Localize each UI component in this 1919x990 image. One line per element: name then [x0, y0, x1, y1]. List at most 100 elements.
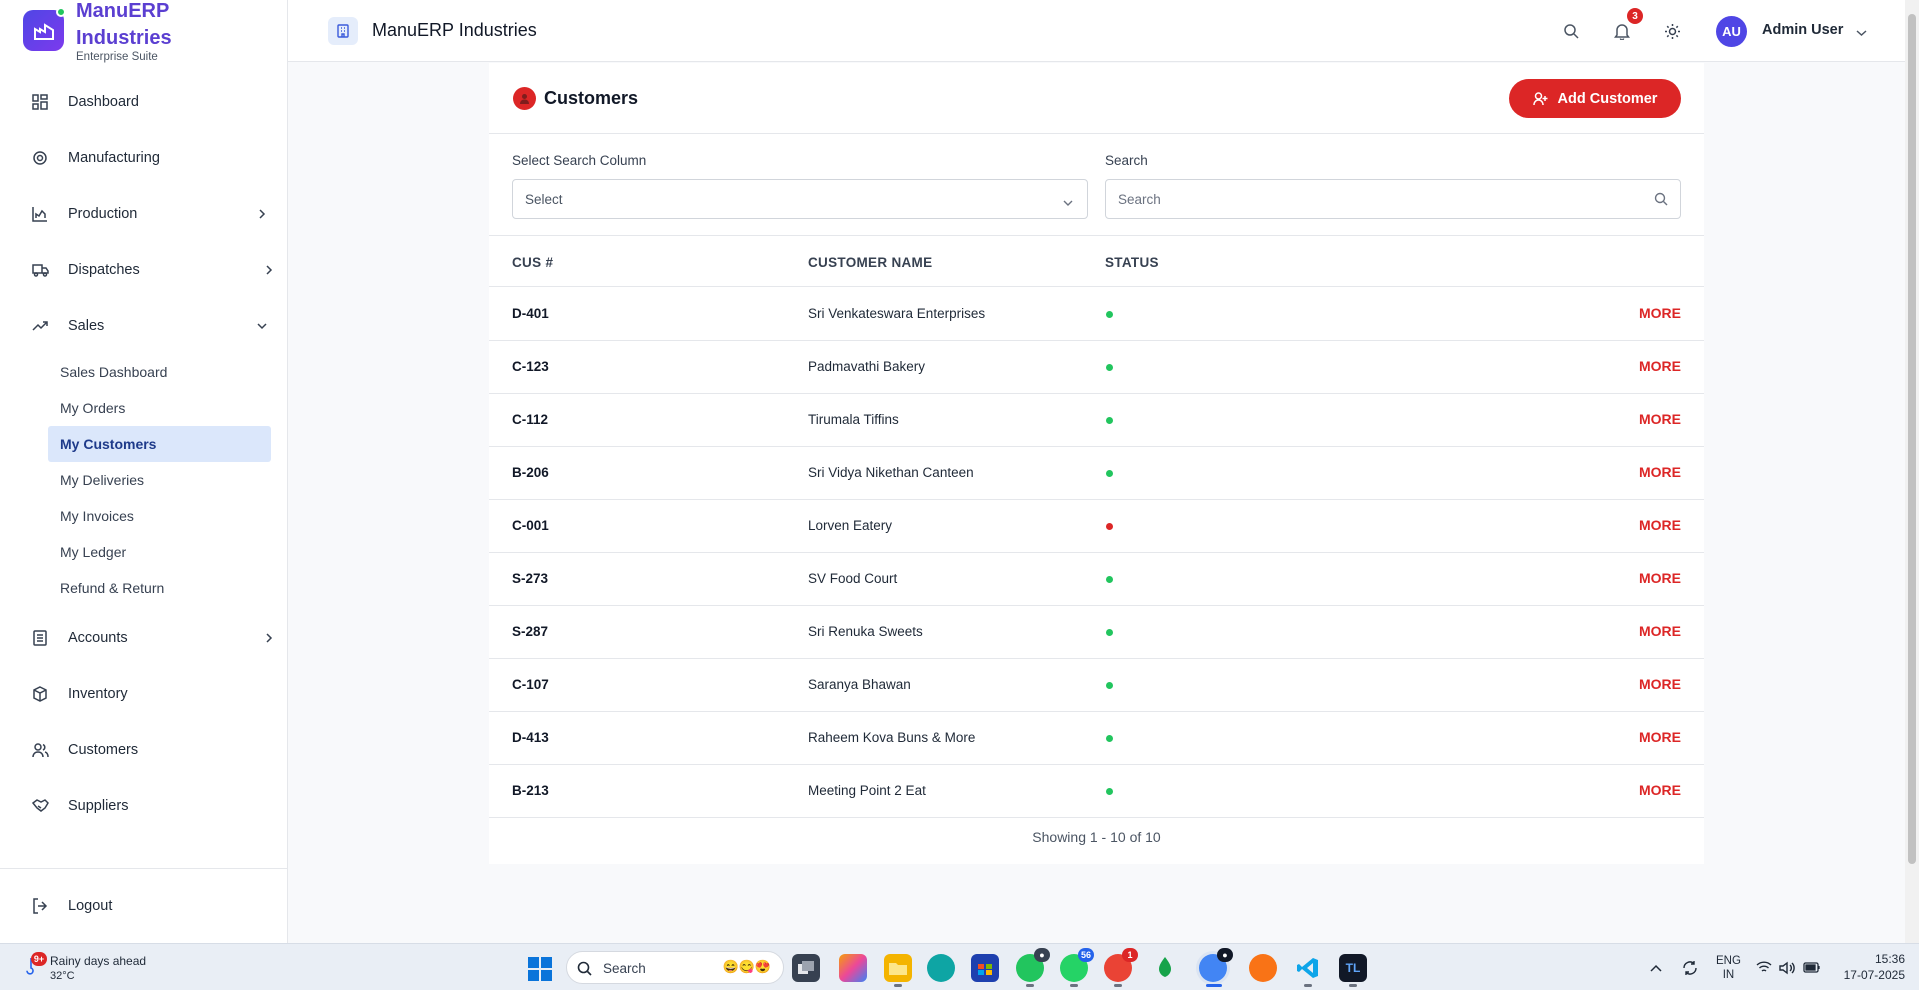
more-link[interactable]: MORE: [1639, 676, 1681, 692]
more-link[interactable]: MORE: [1639, 623, 1681, 639]
sidebar-item-suppliers[interactable]: Suppliers: [0, 786, 288, 826]
brand-name: ManuERP Industries: [76, 0, 172, 49]
search-button[interactable]: [1559, 19, 1583, 43]
page-scrollbar[interactable]: [1905, 0, 1919, 943]
chrome-active-icon[interactable]: ●: [1199, 948, 1233, 982]
file-explorer-icon[interactable]: [884, 954, 912, 982]
sidebar-subitem-my-deliveries[interactable]: My Deliveries: [48, 462, 271, 498]
column-header-status[interactable]: STATUS: [1105, 255, 1159, 270]
notification-badge: 3: [1627, 8, 1643, 24]
taskbar-search[interactable]: Search 😄😋😍: [566, 951, 784, 984]
theme-toggle-button[interactable]: [1660, 19, 1684, 43]
sidebar-item-production[interactable]: Production: [0, 194, 288, 234]
users-icon: [31, 741, 49, 759]
terminal-app-icon[interactable]: TL: [1339, 954, 1367, 982]
sidebar-item-label: Dispatches: [68, 262, 140, 278]
windows-start-button[interactable]: [528, 957, 552, 981]
postman-icon[interactable]: [1249, 954, 1277, 982]
table-row[interactable]: C-001 Lorven Eatery MORE: [489, 500, 1704, 553]
running-indicator: [1304, 984, 1312, 987]
table-row[interactable]: C-112 Tirumala Tiffins MORE: [489, 394, 1704, 447]
emoji-highlight-icon: 😄😋😍: [722, 959, 771, 974]
brand[interactable]: ManuERP Industries Enterprise Suite: [23, 0, 283, 63]
search-field[interactable]: [1105, 179, 1681, 219]
more-link[interactable]: MORE: [1639, 570, 1681, 586]
edge-browser-icon[interactable]: [927, 954, 955, 982]
system-clock[interactable]: 15:36 17-07-2025: [1835, 951, 1905, 983]
customer-icon: [513, 87, 536, 110]
sidebar-subitem-my-orders[interactable]: My Orders: [48, 390, 271, 426]
more-link[interactable]: MORE: [1639, 729, 1681, 745]
windows-taskbar: 9+ Rainy days ahead 32°C Search 😄😋😍 ● 56…: [0, 943, 1919, 990]
table-row[interactable]: C-107 Saranya Bhawan MORE: [489, 659, 1704, 712]
chrome-badge: 1: [1122, 948, 1138, 962]
language-indicator[interactable]: ENG IN: [1716, 944, 1741, 990]
table-row[interactable]: S-273 SV Food Court MORE: [489, 553, 1704, 606]
mongodb-icon[interactable]: [1151, 954, 1179, 982]
more-link[interactable]: MORE: [1639, 517, 1681, 533]
column-header-cus-number[interactable]: CUS #: [512, 255, 553, 270]
table-row[interactable]: D-413 Raheem Kova Buns & More MORE: [489, 712, 1704, 765]
customer-id: C-107: [512, 677, 549, 692]
more-link[interactable]: MORE: [1639, 358, 1681, 374]
sidebar-subitem-sales-dashboard[interactable]: Sales Dashboard: [48, 354, 271, 390]
chrome-profile-icon[interactable]: ●: [1016, 948, 1050, 982]
task-view-icon[interactable]: [792, 954, 820, 982]
customer-id: B-206: [512, 465, 549, 480]
show-hidden-icons[interactable]: [1650, 944, 1662, 990]
card-header: Customers Add Customer: [489, 63, 1704, 134]
sidebar-subitem-my-ledger[interactable]: My Ledger: [48, 534, 271, 570]
add-customer-button[interactable]: Add Customer: [1509, 79, 1681, 118]
table-row[interactable]: C-123 Padmavathi Bakery MORE: [489, 341, 1704, 394]
sidebar-subitem-refund-return[interactable]: Refund & Return: [48, 570, 271, 606]
more-link[interactable]: MORE: [1639, 464, 1681, 480]
sidebar-item-sales[interactable]: Sales: [0, 306, 288, 346]
chrome-icon[interactable]: 1: [1104, 948, 1138, 982]
sidebar-subitem-my-customers[interactable]: My Customers: [48, 426, 271, 462]
battery-icon[interactable]: [1803, 944, 1821, 990]
customer-name: Raheem Kova Buns & More: [808, 730, 976, 745]
table-row[interactable]: D-401 Sri Venkateswara Enterprises MORE: [489, 288, 1704, 341]
table-row[interactable]: S-287 Sri Renuka Sweets MORE: [489, 606, 1704, 659]
search-column-select[interactable]: Select: [512, 179, 1088, 219]
customer-name: SV Food Court: [808, 571, 898, 586]
gear-icon: [31, 149, 49, 167]
table-row[interactable]: B-213 Meeting Point 2 Eat MORE: [489, 765, 1704, 818]
sidebar-item-manufacturing[interactable]: Manufacturing: [0, 138, 288, 178]
bell-icon: [1614, 23, 1630, 40]
sidebar-item-customers[interactable]: Customers: [0, 730, 288, 770]
more-link[interactable]: MORE: [1639, 305, 1681, 321]
more-link[interactable]: MORE: [1639, 782, 1681, 798]
sidebar-item-dispatches[interactable]: Dispatches: [0, 250, 288, 290]
customers-card: Customers Add Customer Select Search Col…: [489, 63, 1704, 864]
running-indicator: [1070, 984, 1078, 987]
user-name[interactable]: Admin User: [1762, 22, 1843, 38]
search-input[interactable]: [1107, 181, 1647, 217]
taskbar-search-label: Search: [603, 961, 646, 976]
microsoft-store-icon[interactable]: [971, 954, 999, 982]
sidebar-item-accounts[interactable]: Accounts: [0, 618, 288, 658]
whatsapp-icon[interactable]: 56: [1060, 948, 1094, 982]
chevron-down-icon[interactable]: [1856, 24, 1867, 42]
box-icon: [31, 685, 49, 703]
wifi-icon[interactable]: [1756, 944, 1772, 990]
status-dot-inactive: [1106, 523, 1113, 530]
sidebar-item-inventory[interactable]: Inventory: [0, 674, 288, 714]
sidebar-subitem-my-invoices[interactable]: My Invoices: [48, 498, 271, 534]
sync-icon[interactable]: [1681, 944, 1699, 990]
customer-name: Sri Renuka Sweets: [808, 624, 923, 639]
copilot-icon[interactable]: [839, 954, 867, 982]
customer-id: B-213: [512, 783, 549, 798]
trending-up-icon: [31, 317, 49, 335]
table-row[interactable]: B-206 Sri Vidya Nikethan Canteen MORE: [489, 447, 1704, 500]
bar-chart-icon: [31, 205, 49, 223]
user-avatar[interactable]: AU: [1716, 16, 1747, 47]
scrollbar-thumb[interactable]: [1908, 14, 1916, 864]
weather-widget[interactable]: 9+ Rainy days ahead 32°C: [14, 950, 164, 986]
more-link[interactable]: MORE: [1639, 411, 1681, 427]
column-header-customer-name[interactable]: CUSTOMER NAME: [808, 255, 932, 270]
volume-icon[interactable]: [1779, 944, 1795, 990]
logout-button[interactable]: Logout: [0, 886, 288, 926]
sidebar-item-dashboard[interactable]: Dashboard: [0, 82, 288, 122]
vscode-icon[interactable]: [1294, 954, 1322, 982]
